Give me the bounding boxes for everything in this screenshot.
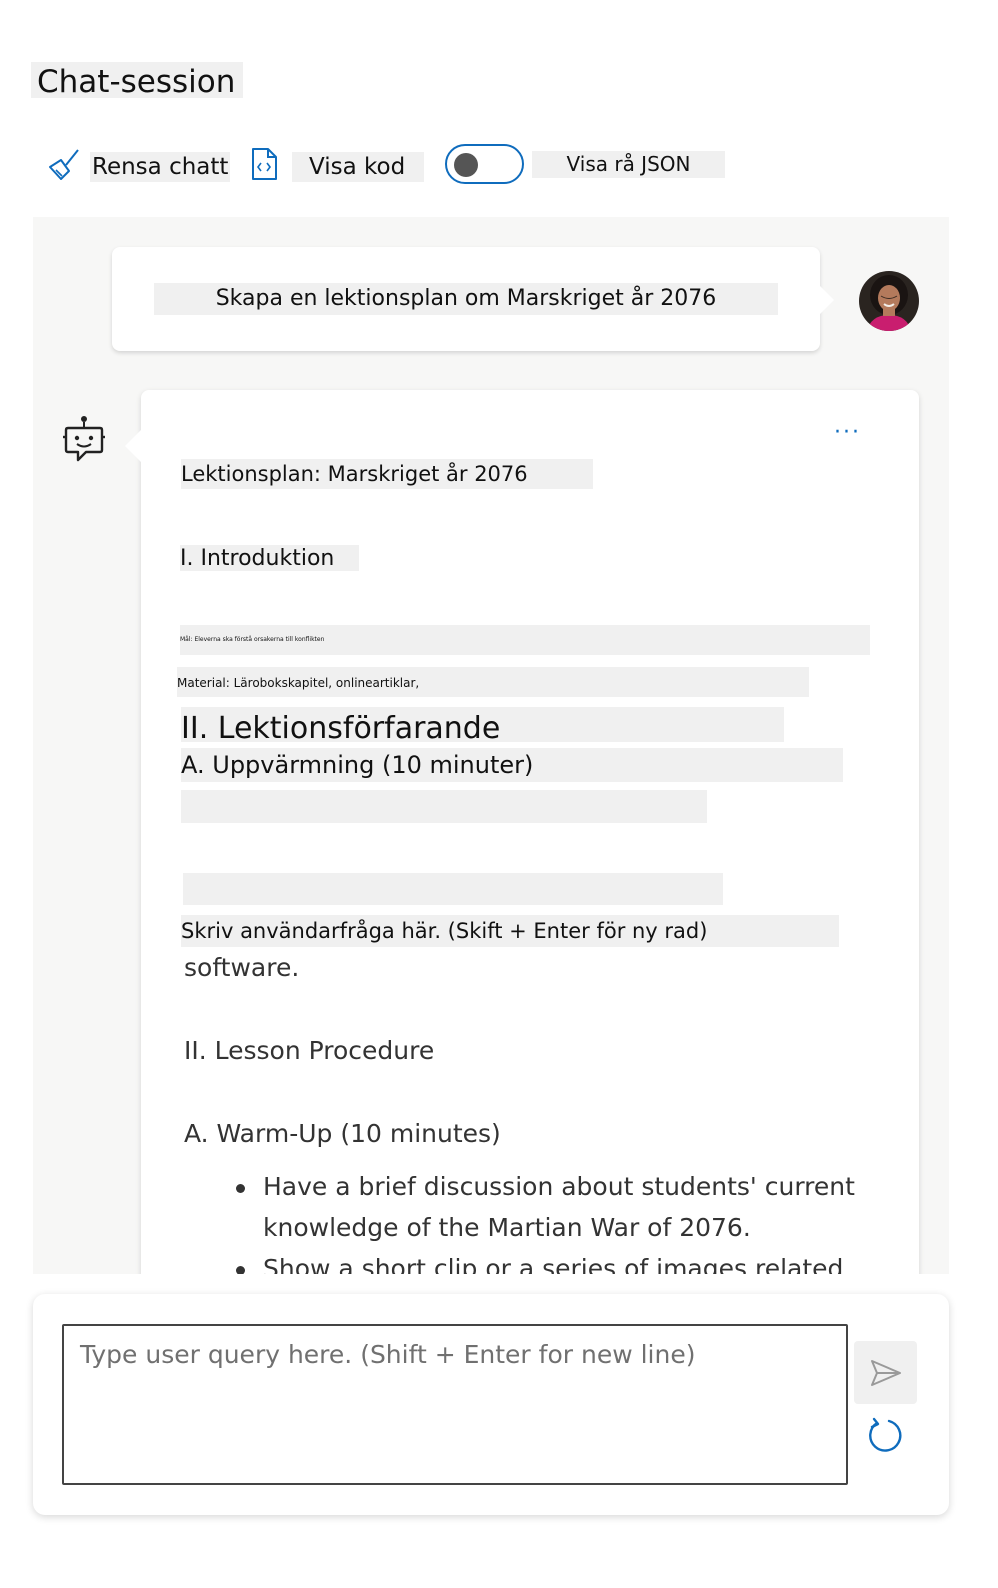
section-procedure-heading: II. Lektionsförfarande (181, 707, 784, 742)
more-options-button[interactable]: ··· (834, 420, 861, 445)
warm-up-bullets: Have a brief discussion about students' … (236, 1166, 876, 1274)
toggle-knob (454, 153, 478, 177)
section-introduction: I. Introduktion (180, 545, 359, 571)
user-message-bubble: Skapa en lektionsplan om Marskriget år 2… (112, 247, 834, 351)
software-text: software. (184, 953, 300, 982)
page-title: Chat-session (31, 62, 244, 100)
show-raw-json-toggle[interactable] (445, 144, 524, 184)
user-message-text: Skapa en lektionsplan om Marskriget år 2… (154, 283, 778, 315)
input-card (33, 1294, 949, 1515)
lesson-plan-heading: Lektionsplan: Marskriget år 2076 (181, 459, 593, 489)
broom-icon (49, 149, 79, 180)
blank-line-2 (183, 873, 723, 905)
query-hint-line: Skriv användarfråga här. (Skift + Enter … (181, 915, 839, 947)
send-icon (870, 1359, 901, 1386)
bot-icon (63, 416, 105, 462)
chat-area[interactable]: Skapa en lektionsplan om Marskriget år 2… (33, 217, 949, 1274)
warm-up-heading: A. Warm-Up (10 minutes) (184, 1119, 501, 1148)
objective-line: Mål: Eleverna ska förstå orsakerna till … (180, 625, 870, 655)
assistant-message-bubble: ··· Lektionsplan: Marskriget år 2076 I. … (125, 390, 919, 1274)
refresh-icon[interactable] (865, 1416, 905, 1456)
send-button[interactable] (854, 1341, 917, 1404)
user-query-input[interactable] (62, 1324, 848, 1485)
list-item: Have a brief discussion about students' … (236, 1166, 876, 1248)
code-file-icon (252, 148, 277, 180)
user-avatar (859, 271, 919, 331)
materials-line: Material: Lärobokskapitel, onlineartikla… (177, 667, 809, 697)
show-raw-json-label: Visa rå JSON (532, 151, 725, 178)
show-code-label: Visa kod (292, 152, 424, 182)
list-item: Show a short clip or a series of images … (236, 1248, 876, 1274)
clear-chat-label: Rensa chatt (90, 152, 231, 182)
lesson-procedure-heading: II. Lesson Procedure (184, 1036, 435, 1065)
blank-line-1 (181, 790, 707, 823)
warmup-heading: A. Uppvärmning (10 minuter) (181, 748, 843, 782)
